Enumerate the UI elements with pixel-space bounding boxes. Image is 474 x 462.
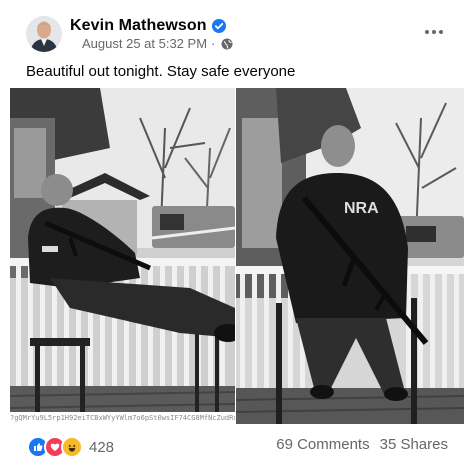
author-name[interactable]: Kevin Mathewson: [70, 17, 207, 35]
shirt-text: NRA: [344, 200, 379, 217]
reactions-summary[interactable]: 428: [27, 436, 114, 458]
verified-badge-icon: [211, 19, 226, 33]
globe-icon[interactable]: [221, 38, 233, 50]
dot-icon: [439, 30, 443, 34]
profile-photo: [26, 16, 62, 52]
photo-left[interactable]: ?gQMrYu9L5rp1H92eiTCBxWYyYWlm7o6pSt0wsIF…: [10, 88, 235, 424]
photo-left-image: [10, 88, 235, 424]
engagement-counts: 69 Comments 35 Shares: [276, 436, 448, 453]
dot-icon: [432, 30, 436, 34]
facebook-post: Kevin Mathewson August 25 at 5:32 PM · B…: [0, 0, 474, 462]
photo-right-image: NRA: [236, 88, 464, 424]
post-meta: August 25 at 5:32 PM ·: [82, 36, 233, 51]
dot-icon: [425, 30, 429, 34]
avatar[interactable]: [26, 16, 62, 52]
meta-separator: ·: [211, 36, 216, 51]
comments-count-link[interactable]: 69 Comments: [276, 436, 369, 453]
shares-count-link[interactable]: 35 Shares: [380, 436, 448, 453]
post-caption: Beautiful out tonight. Stay safe everyon…: [26, 63, 296, 80]
author-row: Kevin Mathewson: [70, 16, 226, 36]
haha-icon: [61, 436, 83, 458]
post-timestamp[interactable]: August 25 at 5:32 PM: [82, 36, 207, 51]
photo-watermark-text: ?gQMrYu9L5rp1H92eiTCBxWYyYWlm7o6pSt0wsIF…: [10, 412, 235, 424]
reaction-count: 428: [89, 438, 115, 456]
more-options-button[interactable]: [422, 22, 446, 42]
photo-right[interactable]: NRA: [236, 88, 464, 424]
